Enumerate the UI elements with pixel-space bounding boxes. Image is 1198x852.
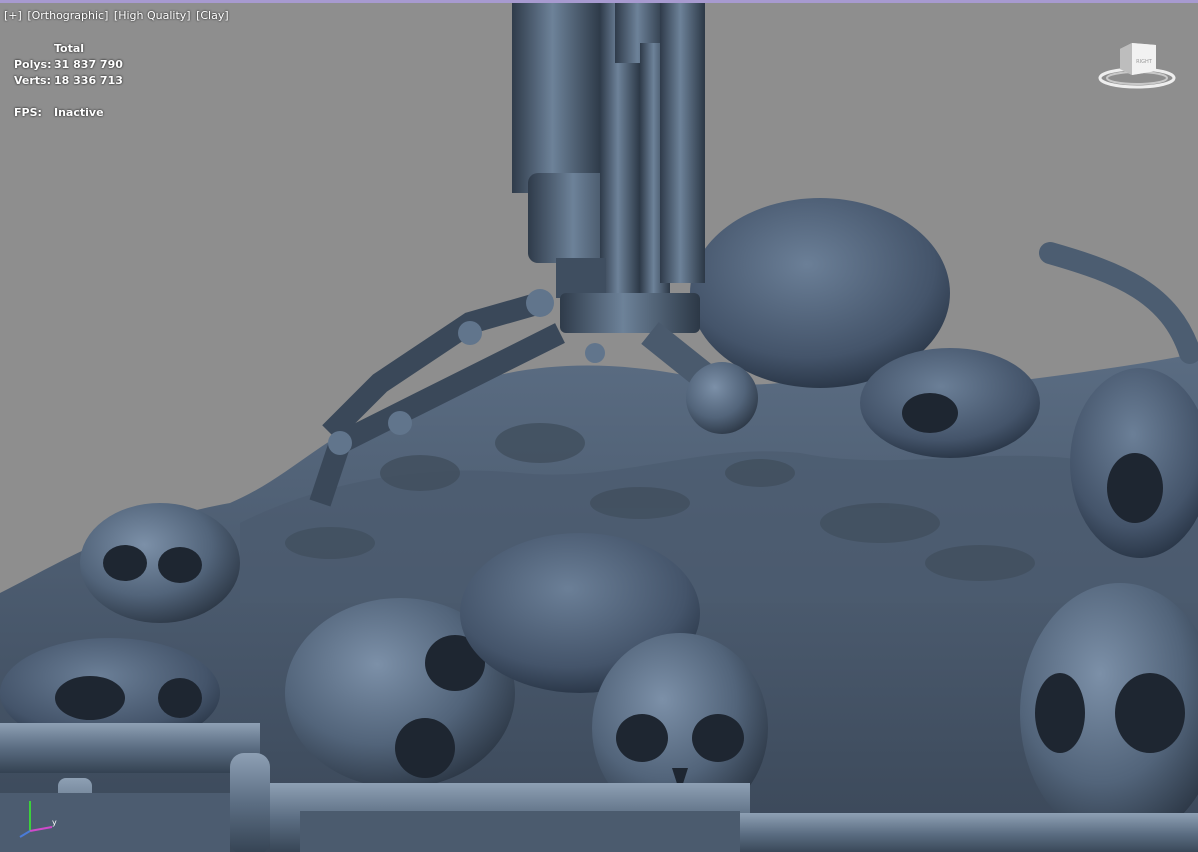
viewcube-face-label: RIGHT	[1136, 59, 1153, 65]
polys-value: 31 837 790	[54, 58, 123, 71]
axis-tripod-icon: y	[19, 801, 57, 838]
polys-label: Polys:	[14, 58, 52, 71]
hose	[1039, 242, 1198, 364]
statistics-overlay: Total Polys: 31 837 790 Verts: 18 336 713 …	[14, 41, 123, 121]
scene-render[interactable]	[0, 3, 1198, 852]
fps-label: FPS:	[14, 106, 42, 119]
viewport-menu-plus[interactable]: [+]	[4, 9, 22, 22]
viewport-label-bar: [+] [Orthographic] [High Quality] [Clay]	[4, 9, 231, 22]
fps-value: Inactive	[54, 106, 104, 119]
skull-mid-right	[860, 348, 1040, 458]
viewport-view-mode[interactable]: [Orthographic]	[27, 9, 108, 22]
stats-total-header: Total	[54, 42, 85, 55]
svg-text:y: y	[52, 818, 57, 827]
skull-left	[80, 503, 240, 623]
viewport-quality-mode[interactable]: [High Quality]	[114, 9, 191, 22]
viewport-shading-mode[interactable]: [Clay]	[196, 9, 229, 22]
verts-label: Verts:	[14, 74, 52, 87]
viewport[interactable]: [+] [Orthographic] [High Quality] [Clay]…	[0, 0, 1198, 852]
viewcube-icon[interactable]: RIGHT	[1098, 41, 1176, 91]
verts-value: 18 336 713	[54, 74, 123, 87]
